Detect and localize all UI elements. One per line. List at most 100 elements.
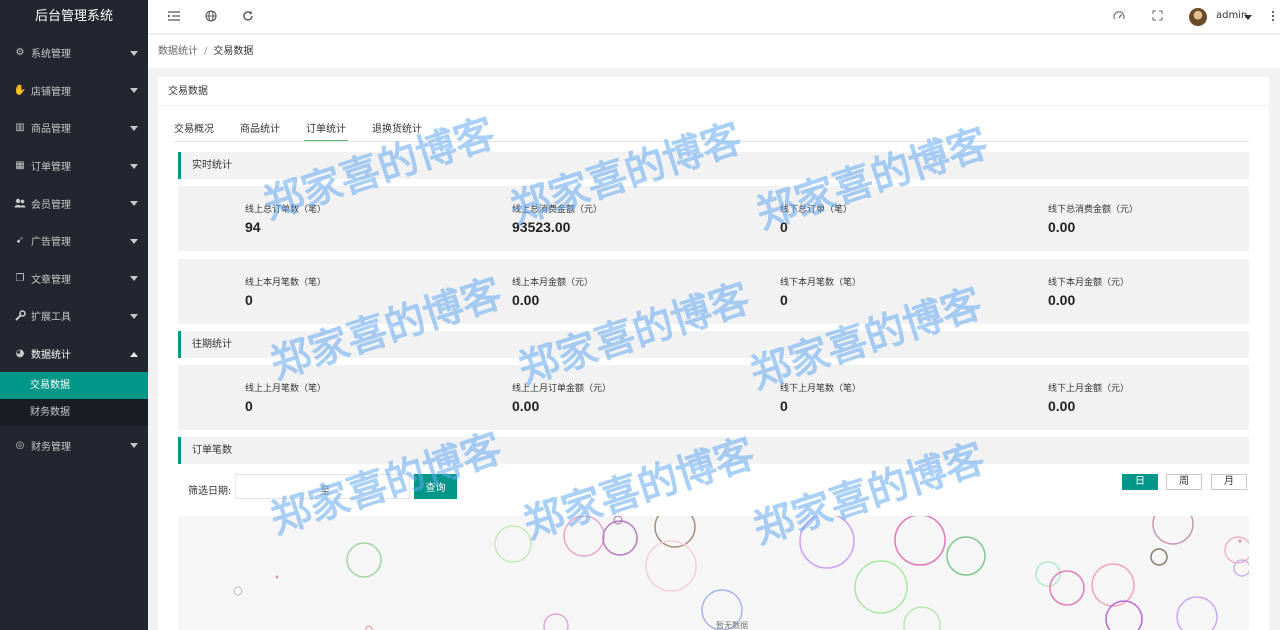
period-month-button[interactable]: 月 [1211, 474, 1247, 490]
tab-return-stats[interactable]: 退换货统计 [372, 120, 422, 142]
sidebar-item-label: 财务管理 [31, 441, 71, 453]
sidebar-item-label: 扩展工具 [31, 312, 71, 324]
chevron-down-icon [130, 238, 138, 244]
stat-value: 0 [780, 219, 788, 235]
sidebar-item-articles[interactable]: ❐ 文章管理 [0, 260, 148, 298]
sidebar-subitem-finance-data[interactable]: 财务数据 [0, 399, 148, 426]
sidebar-item-label: 数据统计 [31, 350, 71, 362]
stat-offline-total-orders: 线下总订单（笔） 0 [780, 202, 852, 235]
card-title: 交易数据 [158, 77, 1269, 106]
hand-icon: ✋ [13, 84, 27, 96]
rocket-icon: ➹ [15, 235, 25, 247]
stat-label: 线下本月金额（元） [1048, 278, 1130, 288]
sidebar-item-goods[interactable]: ▥ 商品管理 [0, 109, 148, 147]
stat-value: 0 [245, 398, 253, 414]
stat-value: 0.00 [1048, 398, 1076, 414]
stat-label: 线上本月笔数（笔） [245, 278, 327, 288]
chevron-down-icon [130, 50, 138, 56]
users-icon [14, 197, 26, 209]
stat-value: 0 [245, 292, 253, 308]
sidebar-item-label: 文章管理 [31, 274, 71, 286]
stat-label: 线下本月笔数（笔） [780, 278, 862, 288]
sidebar-item-tools[interactable]: 扩展工具 [0, 297, 148, 335]
stat-offline-month-amount: 线下本月金额（元） 0.00 [1048, 275, 1129, 308]
sidebar-item-label: 系统管理 [31, 49, 71, 61]
menu-toggle-icon[interactable] [167, 10, 181, 24]
stat-online-total-amount: 线上总消费金额（元） 93523.00 [512, 202, 602, 235]
stat-value: 0.00 [512, 398, 540, 414]
sidebar-item-shop[interactable]: ✋ 店铺管理 [0, 72, 148, 110]
stat-value: 0 [780, 292, 788, 308]
dashboard-icon[interactable] [1112, 10, 1126, 24]
user-name[interactable]: admin [1216, 10, 1247, 21]
globe-icon[interactable] [204, 10, 218, 24]
stat-offline-last-month-amount: 线下上月金额（元） 0.00 [1048, 381, 1129, 414]
stat-box-history: 线上上月笔数（笔） 0 线上上月订单金额（元） 0.00 线下上月笔数（笔） 0… [178, 365, 1249, 430]
money-icon: ◎ [15, 439, 25, 451]
tab-divider [174, 141, 1249, 142]
chevron-down-icon [130, 201, 138, 207]
sidebar-item-members[interactable]: 会员管理 [0, 184, 148, 222]
chevron-down-icon [130, 88, 138, 94]
sidebar-item-system[interactable]: ⚙ 系统管理 [0, 34, 148, 72]
gear-icon: ⚙ [15, 47, 25, 59]
stat-label: 线下上月金额（元） [1048, 384, 1130, 394]
stat-online-last-month-count: 线上上月笔数（笔） 0 [245, 381, 326, 414]
more-vertical-icon[interactable] [1266, 10, 1280, 24]
sidebar-item-label: 会员管理 [31, 199, 71, 211]
stat-online-month-amount: 线上本月金额（元） 0.00 [512, 275, 593, 308]
tab-goods-stats[interactable]: 商品统计 [240, 120, 280, 142]
stat-value: 0.00 [1048, 219, 1076, 235]
stat-value: 0.00 [512, 292, 540, 308]
sidebar-item-statistics[interactable]: ◕ 数据统计 [0, 335, 148, 373]
stat-label: 线下上月笔数（笔） [780, 384, 862, 394]
breadcrumb-separator: / [204, 46, 208, 57]
chevron-down-icon[interactable] [1244, 15, 1252, 20]
submenu-statistics: 交易数据 财务数据 [0, 372, 148, 427]
sidebar-item-finance[interactable]: ◎ 财务管理 [0, 426, 148, 464]
stat-value: 93523.00 [512, 219, 571, 235]
sidebar-subitem-trade-data[interactable]: 交易数据 [0, 372, 148, 400]
stat-label: 线上总消费金额（元） [512, 205, 603, 215]
order-count-chart: 暂无数据 [178, 516, 1249, 630]
chevron-down-icon [130, 443, 138, 449]
chevron-down-icon [130, 163, 138, 169]
chevron-down-icon [130, 313, 138, 319]
sidebar-item-orders[interactable]: ▦ 订单管理 [0, 147, 148, 185]
stat-offline-total-amount: 线下总消费金额（元） 0.00 [1048, 202, 1138, 235]
breadcrumb-current: 交易数据 [213, 46, 254, 57]
breadcrumb: 数据统计 / 交易数据 [148, 35, 1280, 68]
stat-value: 0 [780, 398, 788, 414]
tab-trade-overview[interactable]: 交易概况 [174, 120, 214, 142]
chevron-down-icon [130, 125, 138, 131]
stat-online-total-orders: 线上总订单数（笔） 94 [245, 202, 326, 235]
date-to-label: 至 [320, 486, 330, 497]
sidebar-item-label: 店铺管理 [31, 86, 71, 98]
fullscreen-icon[interactable] [1150, 10, 1164, 24]
stat-box-realtime-month: 线上本月笔数（笔） 0 线上本月金额（元） 0.00 线下本月笔数（笔） 0 线… [178, 259, 1249, 324]
sidebar-item-ads[interactable]: ➹ 广告管理 [0, 222, 148, 260]
stat-online-month-count: 线上本月笔数（笔） 0 [245, 275, 326, 308]
main-card: 交易数据 交易概况 商品统计 订单统计 退换货统计 实时统计 线上总订单数（笔）… [158, 77, 1269, 630]
breadcrumb-parent[interactable]: 数据统计 [158, 46, 198, 57]
tab-order-stats[interactable]: 订单统计 [304, 120, 348, 142]
section-title-history: 往期统计 [178, 331, 1249, 358]
refresh-icon[interactable] [241, 10, 255, 24]
stat-value: 0.00 [1048, 292, 1076, 308]
empty-data-text: 暂无数据 [716, 621, 748, 630]
wrench-icon [14, 310, 26, 322]
stat-label: 线下总消费金额（元） [1048, 205, 1139, 215]
calendar-icon: ▦ [15, 160, 25, 172]
decorative-bubbles [233, 516, 1249, 630]
period-day-button[interactable]: 日 [1122, 474, 1158, 490]
copy-icon: ❐ [15, 272, 25, 284]
query-button[interactable]: 查询 [414, 474, 457, 499]
sidebar-item-label: 广告管理 [31, 237, 71, 249]
period-week-button[interactable]: 周 [1166, 474, 1202, 490]
stat-online-last-month-amount: 线上上月订单金额（元） 0.00 [512, 381, 611, 414]
sidebar-item-label: 订单管理 [31, 162, 71, 174]
section-title-orders: 订单笔数 [178, 437, 1249, 464]
stat-offline-last-month-count: 线下上月笔数（笔） 0 [780, 381, 861, 414]
avatar[interactable] [1189, 8, 1207, 26]
stat-label: 线下总订单（笔） [780, 205, 853, 215]
